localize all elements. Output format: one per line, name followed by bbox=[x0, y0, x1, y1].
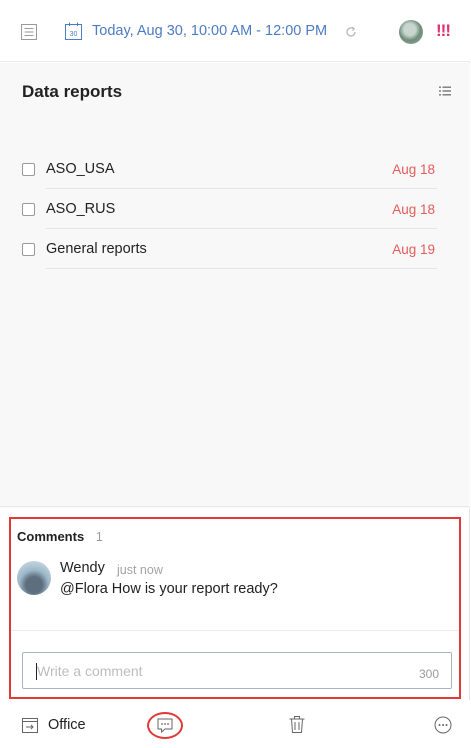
comment-text: @Flora How is your report ready? bbox=[60, 581, 278, 597]
task-detail-panel: 30 Today, Aug 30, 10:00 AM - 12:00 PM !!… bbox=[0, 0, 470, 748]
task-title[interactable]: Data reports bbox=[22, 82, 122, 102]
subtask-name[interactable]: ASO_RUS bbox=[46, 201, 115, 217]
comments-divider bbox=[11, 630, 459, 631]
subtask-divider bbox=[46, 268, 437, 269]
comment-time: just now bbox=[117, 563, 163, 577]
comment-author: Wendy bbox=[60, 560, 105, 576]
content-divider bbox=[0, 506, 470, 507]
list-view-icon[interactable] bbox=[439, 86, 451, 96]
subtask-checkbox[interactable] bbox=[22, 243, 35, 256]
due-date-text[interactable]: Today, Aug 30, 10:00 AM - 12:00 PM bbox=[92, 23, 327, 39]
comments-header: Comments 1 bbox=[17, 529, 103, 544]
more-icon[interactable] bbox=[434, 716, 452, 734]
calendar-day: 30 bbox=[70, 31, 78, 38]
character-limit: 300 bbox=[418, 667, 439, 681]
trash-icon[interactable] bbox=[289, 716, 305, 733]
calendar-icon[interactable]: 30 bbox=[65, 22, 82, 40]
subtask-due-date[interactable]: Aug 18 bbox=[392, 162, 435, 177]
comment-author-avatar bbox=[17, 561, 51, 595]
comments-count: 1 bbox=[95, 530, 103, 544]
subtask-due-date[interactable]: Aug 19 bbox=[392, 242, 435, 257]
subtask-due-date[interactable]: Aug 18 bbox=[392, 202, 435, 217]
project-name[interactable]: Office bbox=[48, 717, 86, 733]
assignee-avatar[interactable] bbox=[399, 20, 423, 44]
menu-icon[interactable] bbox=[21, 24, 37, 40]
comment-icon bbox=[157, 718, 173, 733]
subtask-checkbox[interactable] bbox=[22, 203, 35, 216]
comment-button[interactable] bbox=[147, 712, 183, 739]
priority-marker[interactable]: !!! bbox=[436, 21, 451, 41]
comment-input-placeholder[interactable]: Write a comment bbox=[37, 663, 143, 679]
subtask-checkbox[interactable] bbox=[22, 163, 35, 176]
subtask-item[interactable]: General reports Aug 19 bbox=[22, 229, 437, 269]
task-footer: Office bbox=[0, 700, 470, 748]
subtask-name[interactable]: General reports bbox=[46, 241, 147, 257]
subtask-item[interactable]: ASO_RUS Aug 18 bbox=[22, 189, 437, 229]
subtask-name[interactable]: ASO_USA bbox=[46, 161, 115, 177]
comments-label: Comments bbox=[17, 529, 85, 544]
task-header: 30 Today, Aug 30, 10:00 AM - 12:00 PM !!… bbox=[0, 0, 470, 62]
subtask-item[interactable]: ASO_USA Aug 18 bbox=[22, 149, 437, 189]
move-icon[interactable] bbox=[22, 718, 38, 733]
comment-input[interactable]: Write a comment 300 bbox=[22, 652, 452, 689]
comments-section: Comments 1 Wendy just now @Flora How is … bbox=[9, 517, 461, 699]
task-content: Data reports ASO_USA Aug 18 ASO_RUS Aug … bbox=[0, 63, 470, 508]
repeat-icon[interactable] bbox=[345, 26, 357, 38]
